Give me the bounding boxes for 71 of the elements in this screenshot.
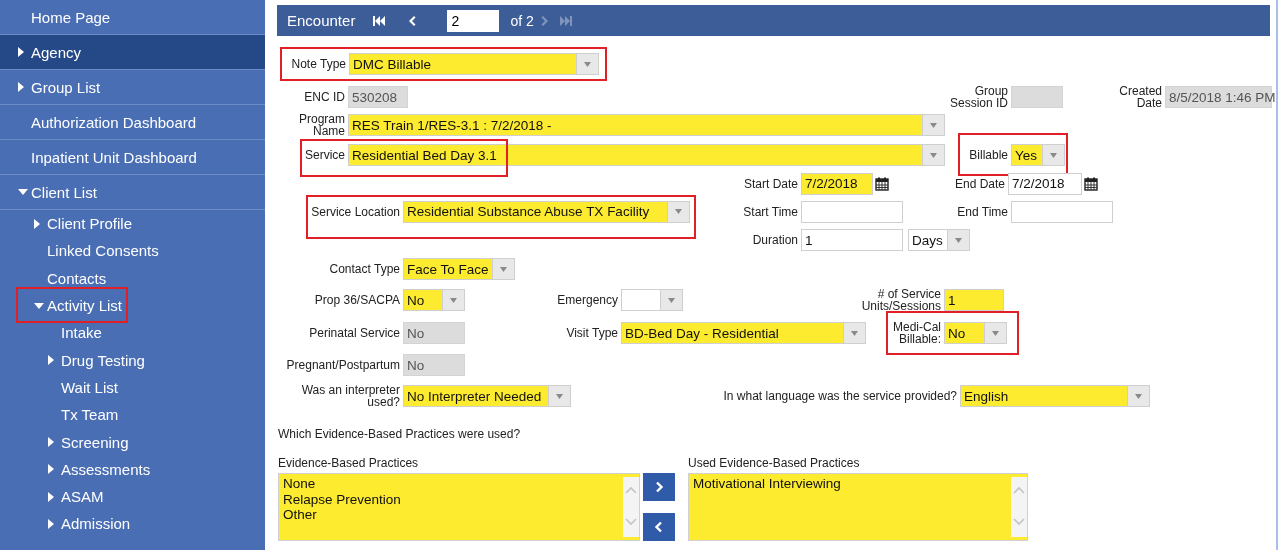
field-label: Program Name [298,113,345,137]
sidebar-item[interactable]: Screening [0,428,265,456]
field-label: Note Type [290,58,346,70]
sidebar-item[interactable]: Assessments [0,455,265,483]
sidebar-item[interactable]: Intake [0,319,265,347]
sidebar-item[interactable]: Contacts [0,264,265,292]
field-label: Contact Type [328,263,400,275]
dropdown[interactable]: Yes [1011,144,1065,166]
field-label: Perinatal Service [308,327,400,339]
date-field[interactable]: 7/2/2018 [801,172,873,195]
field-label: Billable [968,149,1008,161]
dropdown[interactable]: Residential Bed Day 3.1 [348,144,945,166]
sidebar-item[interactable]: Client List [0,175,265,210]
page-count: of 2 [510,12,534,29]
field-label: Group Session ID [948,85,1008,109]
dropdown[interactable]: DMC Billable [349,53,599,75]
field-label: Service [304,149,345,161]
field-label: Prop 36/SACPA [313,294,400,306]
sidebar-item[interactable]: Linked Consents [0,237,265,265]
dropdown[interactable]: BD-Bed Day - Residential [621,322,866,344]
field-label: Start Date [742,177,798,190]
readonly-field: 530208 [348,86,408,108]
field-label: Medi-Cal Billable: [892,321,941,345]
field-label: In what language was the service provided? [722,390,957,402]
input-field[interactable]: 1 [801,229,903,251]
field-label: Pregnant/Postpartum [285,359,400,371]
sidebar-item[interactable]: Admission [0,510,265,538]
header-title: Encounter [287,12,356,29]
list-label: Used Evidence-Based Practices [688,456,860,470]
question-text: Which Evidence-Based Practices were used? [278,427,521,441]
sidebar-item[interactable]: ASAM [0,482,265,511]
field-label: End Date [953,177,1005,190]
field-label: Duration [751,234,798,246]
dropdown[interactable]: English [960,385,1150,407]
dropdown[interactable]: Days [908,229,970,251]
sidebar-item[interactable]: Tx Team [0,401,265,429]
field-label: Was an interpreter used? [300,384,400,408]
list-option[interactable]: Motivational Interviewing [693,476,841,492]
field-label: End Time [956,205,1008,218]
field-label: Service Location [310,205,400,218]
readonly-field: No [403,322,465,344]
list-option[interactable]: Relapse Prevention [283,491,401,507]
dropdown[interactable]: No [403,289,465,311]
list-option[interactable]: None [283,476,316,492]
dropdown[interactable]: RES Train 1/RES-3.1 : 7/2/2018 - [348,114,945,136]
dropdown[interactable]: No [944,322,1007,344]
input-field[interactable]: 1 [944,289,1004,311]
list-option[interactable]: Other [283,507,317,523]
sidebar-item[interactable]: Inpatient Unit Dashboard [0,140,265,175]
field-label: Start Time [742,205,798,218]
field-label: Emergency [556,294,618,306]
list-label: Evidence-Based Practices [278,456,419,470]
readonly-field: No [403,354,465,376]
dropdown[interactable]: Residential Substance Abuse TX Facility [403,200,690,223]
page-field[interactable]: 2 [447,9,500,32]
dropdown[interactable]: No Interpreter Needed [403,385,571,407]
sidebar-item[interactable]: Wait List [0,373,265,402]
field-label: # of Service Units/Sessions [860,288,941,312]
sidebar-item[interactable]: Group List [0,70,265,105]
field-label: Visit Type [565,327,618,339]
sidebar-item[interactable]: Client Profile [0,210,265,238]
list-box[interactable]: Motivational Interviewing [688,473,1028,541]
field-label: ENC ID [303,91,345,103]
field-label: Created Date [1118,85,1162,109]
date-field[interactable]: 7/2/2018 [1008,172,1082,195]
sidebar-item[interactable]: Authorization Dashboard [0,105,265,140]
sidebar-item[interactable]: Activity List [0,291,265,320]
sidebar-item[interactable]: Drug Testing [0,346,265,374]
list-box[interactable]: None Relapse Prevention Other [278,473,640,541]
sidebar-item[interactable]: Agency [0,35,265,70]
dropdown[interactable]: Face To Face [403,258,515,280]
